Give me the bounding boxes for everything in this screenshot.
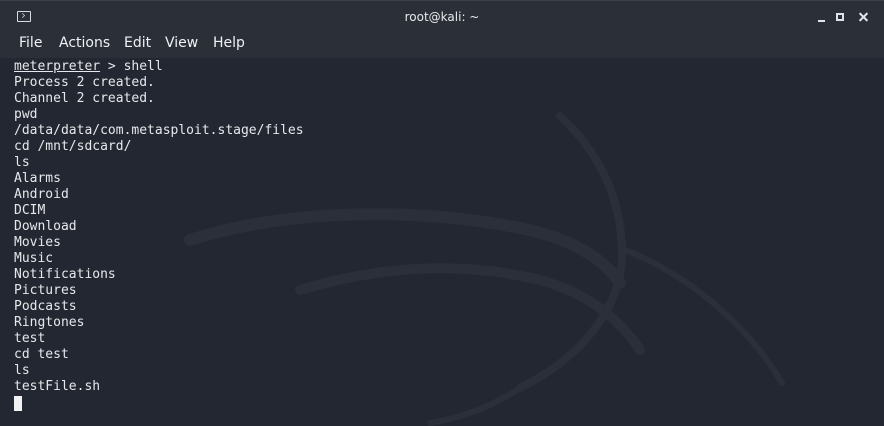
terminal-window: root@kali: ~ File Actions Edit View Help… (0, 0, 884, 426)
output-line: cd test (14, 347, 69, 362)
output-line: /data/data/com.metasploit.stage/files (14, 123, 304, 138)
prompt-line: meterpreter > shell (14, 59, 304, 75)
output-line: Movies (14, 235, 61, 250)
output-line: Channel 2 created. (14, 91, 155, 106)
minimize-icon[interactable] (814, 9, 830, 25)
window-title: root@kali: ~ (404, 10, 480, 24)
output-line: cd /mnt/sdcard/ (14, 139, 132, 154)
text-cursor (14, 396, 22, 411)
output-line: ls (14, 155, 30, 170)
menu-actions[interactable]: Actions (59, 32, 110, 54)
output-line: pwd (14, 107, 38, 122)
output-line: Process 2 created. (14, 75, 155, 90)
title-bar[interactable]: root@kali: ~ (0, 0, 884, 32)
output-line: Pictures (14, 283, 77, 298)
output-line: Alarms (14, 171, 61, 186)
output-line: Ringtones (14, 315, 85, 330)
output-line: testFile.sh (14, 379, 101, 394)
menu-file[interactable]: File (19, 32, 42, 54)
output-line: Download (14, 219, 77, 234)
menu-bar: File Actions Edit View Help (0, 32, 884, 58)
output-line: ls (14, 363, 30, 378)
menu-view[interactable]: View (165, 32, 198, 54)
output-line: Music (14, 251, 54, 266)
prompt-command: > shell (100, 59, 163, 74)
output-line: Android (14, 187, 69, 202)
prompt-label: meterpreter (14, 59, 101, 74)
close-icon[interactable] (856, 9, 872, 25)
output-line: test (14, 331, 46, 346)
terminal-output: meterpreter > shell Process 2 created. C… (14, 59, 304, 411)
menu-help[interactable]: Help (213, 32, 245, 54)
output-line: DCIM (14, 203, 46, 218)
maximize-icon[interactable] (832, 9, 848, 25)
output-line: Notifications (14, 267, 116, 282)
cursor-line[interactable] (14, 395, 304, 411)
output-line: Podcasts (14, 299, 77, 314)
terminal-icon (17, 11, 31, 22)
menu-edit[interactable]: Edit (124, 32, 151, 54)
terminal-area[interactable]: meterpreter > shell Process 2 created. C… (0, 58, 884, 426)
